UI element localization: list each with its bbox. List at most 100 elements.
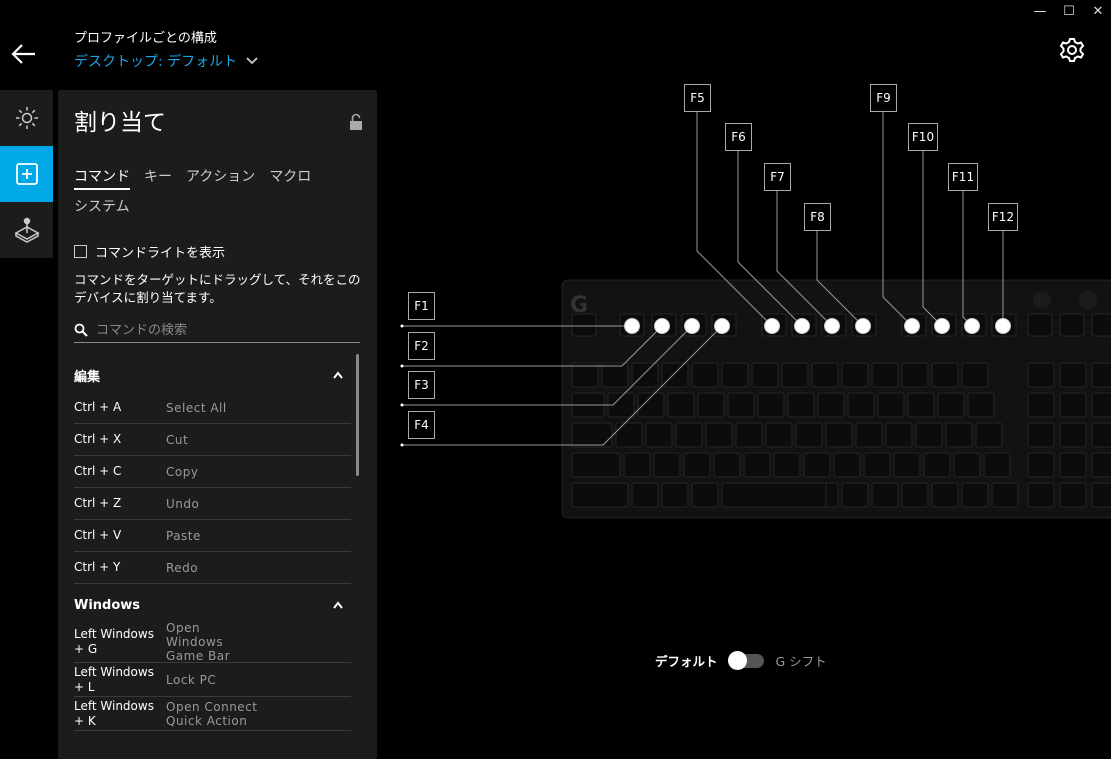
key: [1027, 392, 1055, 418]
gshift-label: G シフト: [775, 654, 827, 669]
joystick-icon: [13, 217, 40, 243]
leader-end-dot: [400, 324, 404, 328]
chevron-down-icon: [246, 57, 258, 65]
keyboard-visual: G F1 F2 F3 F4 F5 F6 F7 F8 F9 F10 F11 F12: [400, 80, 1111, 540]
command-key: Ctrl + Z: [74, 496, 122, 510]
rail-game-mode[interactable]: [0, 202, 53, 258]
fkey-label-f2[interactable]: F2: [408, 332, 435, 360]
fkey-label-f12[interactable]: F12: [988, 203, 1018, 231]
fkey-label-f5[interactable]: F5: [684, 84, 711, 112]
command-search[interactable]: [74, 318, 360, 343]
section-header-windows[interactable]: Windows: [74, 588, 351, 622]
key: [765, 422, 793, 448]
show-command-light-row[interactable]: コマンドライトを表示: [74, 242, 225, 261]
assignment-dot: [624, 318, 640, 334]
key: [803, 452, 831, 478]
list-item[interactable]: Ctrl + V Paste: [74, 520, 351, 552]
leader-end-dot: [400, 403, 404, 407]
plus-square-icon: [15, 163, 38, 185]
assignment-dot: [855, 318, 871, 334]
key: [1091, 482, 1111, 508]
profile-selector[interactable]: デスクトップ: デフォルト: [74, 51, 259, 71]
settings-button[interactable]: [1058, 36, 1086, 64]
show-command-light-label: コマンドライトを表示: [95, 246, 226, 261]
key: [841, 362, 869, 388]
fkey-label-f9[interactable]: F9: [870, 84, 897, 112]
key: [961, 362, 989, 388]
profile-config-label: プロファイルごとの構成: [74, 31, 217, 46]
key: [1059, 452, 1087, 478]
gshift-toggle-row: デフォルト G シフト: [655, 650, 827, 670]
key: [631, 482, 659, 508]
minimize-button[interactable]: —: [1030, 2, 1050, 20]
key: [727, 392, 755, 418]
key: [885, 422, 913, 448]
tab-keys[interactable]: キー: [144, 162, 172, 192]
key: [901, 362, 929, 388]
tab-macros[interactable]: マクロ: [269, 162, 311, 192]
fkey-label-f7[interactable]: F7: [764, 163, 791, 191]
list-item[interactable]: Ctrl + A Select All: [74, 392, 351, 424]
command-action: Select All: [166, 400, 227, 415]
list-item[interactable]: Left Windows + G Open Windows Game Bar: [74, 621, 351, 663]
key: [855, 422, 883, 448]
tab-system[interactable]: システム: [74, 192, 130, 222]
list-item[interactable]: Left Windows + K Open Connect Quick Actio…: [74, 697, 351, 731]
section-header-edit[interactable]: 編集: [74, 358, 351, 392]
list-item[interactable]: Ctrl + Z Undo: [74, 488, 351, 520]
fkey-label-f11[interactable]: F11: [948, 163, 978, 191]
list-item[interactable]: Left Windows + L Lock PC: [74, 663, 351, 697]
back-button[interactable]: [10, 40, 38, 68]
key: [1027, 422, 1055, 448]
list-item[interactable]: Ctrl + Y Redo: [74, 552, 351, 584]
maximize-button[interactable]: ☐: [1062, 2, 1076, 20]
command-action: Open Windows Game Bar: [166, 621, 231, 663]
key: [571, 313, 597, 337]
fkey-label-f3[interactable]: F3: [408, 371, 435, 399]
key: [1027, 452, 1055, 478]
key: [661, 362, 689, 388]
fkey-label-f8[interactable]: F8: [804, 203, 831, 231]
show-command-light-checkbox[interactable]: [74, 245, 87, 258]
key: [847, 392, 875, 418]
key: [661, 482, 689, 508]
key: [1091, 422, 1111, 448]
lock-button[interactable]: [348, 113, 364, 131]
command-action: Undo: [166, 496, 200, 511]
fkey-label-f4[interactable]: F4: [408, 411, 435, 439]
leader-end-dot: [400, 443, 404, 447]
key: [631, 362, 659, 388]
tab-actions[interactable]: アクション: [186, 162, 255, 192]
command-key: Ctrl + Y: [74, 560, 121, 574]
command-key: Left Windows + L: [74, 664, 154, 694]
command-action: Copy: [166, 464, 199, 479]
rail-lighting[interactable]: [0, 90, 53, 146]
key: [983, 452, 1011, 478]
key: [1027, 482, 1055, 508]
left-rail: [0, 90, 53, 258]
key: [1091, 392, 1111, 418]
key: [937, 392, 965, 418]
key: [817, 392, 845, 418]
key: [787, 392, 815, 418]
key: [653, 452, 681, 478]
key: [1059, 392, 1087, 418]
fkey-label-f6[interactable]: F6: [725, 123, 752, 151]
command-action: Paste: [166, 528, 201, 543]
gshift-toggle[interactable]: [727, 650, 764, 670]
list-item[interactable]: Ctrl + X Cut: [74, 424, 351, 456]
key: [907, 392, 935, 418]
search-input[interactable]: [96, 322, 346, 338]
profile-name: デスクトップ: デフォルト: [74, 54, 238, 70]
list-item[interactable]: Ctrl + C Copy: [74, 456, 351, 488]
tab-commands[interactable]: コマンド: [74, 162, 130, 192]
list-scrollbar[interactable]: [356, 354, 359, 476]
fkey-label-f1[interactable]: F1: [408, 292, 435, 320]
command-action: Redo: [166, 560, 199, 575]
fkey-label-f10[interactable]: F10: [908, 123, 938, 151]
assignment-dot: [764, 318, 780, 334]
close-button[interactable]: ✕: [1090, 2, 1106, 20]
key: [1059, 482, 1087, 508]
key: [645, 422, 673, 448]
rail-assignments[interactable]: [0, 146, 53, 202]
